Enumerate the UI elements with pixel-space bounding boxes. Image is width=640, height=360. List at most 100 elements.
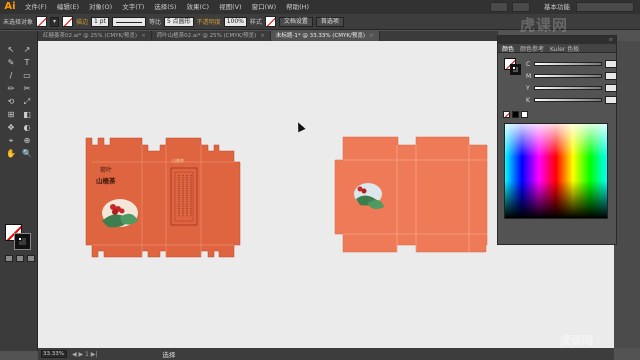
- close-icon[interactable]: ×: [369, 31, 374, 41]
- quick-swatches: [503, 111, 528, 118]
- menu-window[interactable]: 窗口(W): [247, 0, 282, 14]
- stroke-label[interactable]: 描边: [76, 17, 88, 26]
- zoom-field[interactable]: 33.33%: [41, 350, 67, 358]
- scale-tool-icon[interactable]: ⤢: [21, 97, 33, 107]
- app-logo: Ai: [4, 1, 16, 12]
- box-brand-title: 山楂茶: [96, 176, 116, 185]
- arrange-documents-button[interactable]: [512, 2, 530, 12]
- brush-definition-field[interactable]: 5 点圆形: [163, 16, 194, 27]
- black-slider[interactable]: [534, 98, 602, 102]
- document-tab-active[interactable]: 未标题-1* @ 33.33% (CMYK/预览) ×: [270, 31, 380, 41]
- status-bar: 33.33% ◀ ▶ 1 ▶| 选择: [38, 348, 614, 360]
- mesh-tool-icon[interactable]: ✥: [5, 123, 17, 133]
- rectangle-tool-icon[interactable]: ▭: [21, 71, 33, 81]
- color-panel: ≡ 颜色 颜色参考 Kuler 色板 C M Y K: [497, 35, 617, 245]
- help-search-input[interactable]: [576, 2, 634, 12]
- tab-color[interactable]: 颜色: [502, 44, 514, 53]
- eyedropper-tool-icon[interactable]: ⌖: [5, 136, 17, 146]
- hand-tool-icon[interactable]: ✋: [5, 149, 17, 159]
- tool-grid: ↖ ↗ ✎ T / ▭ ✏ ✂ ⟲ ⤢ ⊞ ◧ ✥ ◐ ⌖ ⊕ ✋ 🔍: [5, 45, 33, 159]
- white-swatch[interactable]: [521, 111, 528, 118]
- magenta-slider-row: M: [526, 72, 617, 80]
- vertical-scrollbar[interactable]: [614, 41, 640, 348]
- none-mode-button[interactable]: [27, 255, 35, 262]
- color-mode-button[interactable]: [5, 255, 13, 262]
- fill-swatch[interactable]: [36, 16, 48, 27]
- menu-effect[interactable]: 效果(C): [181, 0, 214, 14]
- magenta-value-field[interactable]: [605, 72, 617, 80]
- tab-color-guide[interactable]: 颜色参考: [520, 44, 544, 53]
- tools-panel: ↖ ↗ ✎ T / ▭ ✏ ✂ ⟲ ⤢ ⊞ ◧ ✥ ◐ ⌖ ⊕ ✋ 🔍: [0, 31, 38, 351]
- yellow-slider-row: Y: [526, 84, 617, 92]
- box-left-dieline[interactable]: [85, 137, 241, 258]
- current-tool-status[interactable]: 选择: [162, 349, 175, 359]
- box-brand-top: 荷叶: [100, 166, 112, 174]
- cyan-slider-row: C: [526, 60, 617, 68]
- none-swatch[interactable]: [503, 111, 510, 118]
- menu-select[interactable]: 选择(S): [149, 0, 181, 14]
- workspace-switcher[interactable]: 基本功能: [544, 0, 570, 14]
- pencil-tool-icon[interactable]: ✏: [5, 84, 17, 94]
- direct-selection-tool-icon[interactable]: ↗: [21, 45, 33, 55]
- menu-view[interactable]: 视图(V): [214, 0, 247, 14]
- menu-help[interactable]: 帮助(H): [281, 0, 314, 14]
- preferences-button[interactable]: 首选项: [315, 16, 344, 27]
- document-tab[interactable]: 红糖姜茶02.ai* @ 25% (CMYK/预览) ×: [38, 31, 152, 41]
- panel-menu-icon[interactable]: ≡: [609, 37, 613, 43]
- stroke-icon[interactable]: [14, 233, 31, 250]
- scissors-tool-icon[interactable]: ✂: [21, 84, 33, 94]
- menu-edit[interactable]: 编辑(E): [52, 0, 84, 14]
- stroke-weight-field[interactable]: 1 pt: [91, 16, 109, 27]
- menu-file[interactable]: 文件(F): [20, 0, 52, 14]
- fill-dropdown[interactable]: ▾: [50, 16, 60, 27]
- opacity-label[interactable]: 不透明度: [197, 17, 221, 26]
- tab-kuler-swatches[interactable]: Kuler 色板: [550, 44, 579, 53]
- color-panel-tabs: 颜色 颜色参考 Kuler 色板: [498, 44, 616, 53]
- pen-tool-icon[interactable]: ✎: [5, 58, 17, 68]
- shape-builder-tool-icon[interactable]: ⊞: [5, 110, 17, 120]
- cyan-slider[interactable]: [534, 62, 602, 66]
- blend-tool-icon[interactable]: ◐: [21, 123, 33, 133]
- box-right-dieline[interactable]: [334, 136, 488, 253]
- menu-object[interactable]: 对象(O): [84, 0, 117, 14]
- box-side-logo: 山楂茶: [172, 157, 184, 163]
- watermark-small-logo: 虎课网: [560, 334, 593, 347]
- close-icon[interactable]: ×: [260, 31, 265, 41]
- type-tool-icon[interactable]: T: [21, 58, 33, 68]
- bridge-buttons: [490, 2, 530, 12]
- magenta-slider[interactable]: [534, 74, 602, 78]
- bridge-button[interactable]: [490, 2, 508, 12]
- rotate-tool-icon[interactable]: ⟲: [5, 97, 17, 107]
- cyan-value-field[interactable]: [605, 60, 617, 68]
- black-swatch[interactable]: [512, 111, 519, 118]
- yellow-slider[interactable]: [534, 86, 602, 90]
- stroke-style-label: 等比: [148, 19, 161, 26]
- document-setup-button[interactable]: 文档设置: [278, 16, 313, 27]
- document-tab[interactable]: 荷叶山楂茶02.ai* @ 25% (CMYK/预览) ×: [152, 31, 271, 41]
- selection-status: 未选择对象: [3, 19, 34, 26]
- close-icon[interactable]: ×: [141, 31, 146, 41]
- gradient-tool-icon[interactable]: ◧: [21, 110, 33, 120]
- black-slider-row: K: [526, 96, 617, 104]
- fill-stroke-widget: [5, 224, 33, 252]
- stroke-swatch[interactable]: [62, 16, 74, 27]
- color-spectrum[interactable]: [504, 123, 608, 219]
- panel-fill-stroke: [504, 58, 522, 76]
- magenta-label: M: [526, 72, 532, 80]
- black-value-field[interactable]: [605, 96, 617, 104]
- selection-tool-icon[interactable]: ↖: [5, 45, 17, 55]
- menu-type[interactable]: 文字(T): [117, 0, 149, 14]
- document-tab-label: 未标题-1* @ 33.33% (CMYK/预览): [275, 33, 365, 39]
- line-tool-icon[interactable]: /: [5, 71, 17, 81]
- opacity-field[interactable]: 100%: [223, 16, 247, 27]
- artboard-navigation[interactable]: ◀ ▶ 1 ▶|: [72, 351, 97, 358]
- style-swatch[interactable]: [264, 16, 276, 27]
- zoom-tool-icon[interactable]: 🔍: [21, 149, 33, 159]
- menu-bar: Ai 文件(F) 编辑(E) 对象(O) 文字(T) 选择(S) 效果(C) 视…: [0, 0, 640, 14]
- variable-width-profile[interactable]: [111, 16, 146, 27]
- cyan-label: C: [526, 60, 531, 68]
- panel-stroke-icon[interactable]: [510, 64, 521, 75]
- gradient-mode-button[interactable]: [16, 255, 24, 262]
- symbol-sprayer-tool-icon[interactable]: ⊕: [21, 136, 33, 146]
- yellow-value-field[interactable]: [605, 84, 617, 92]
